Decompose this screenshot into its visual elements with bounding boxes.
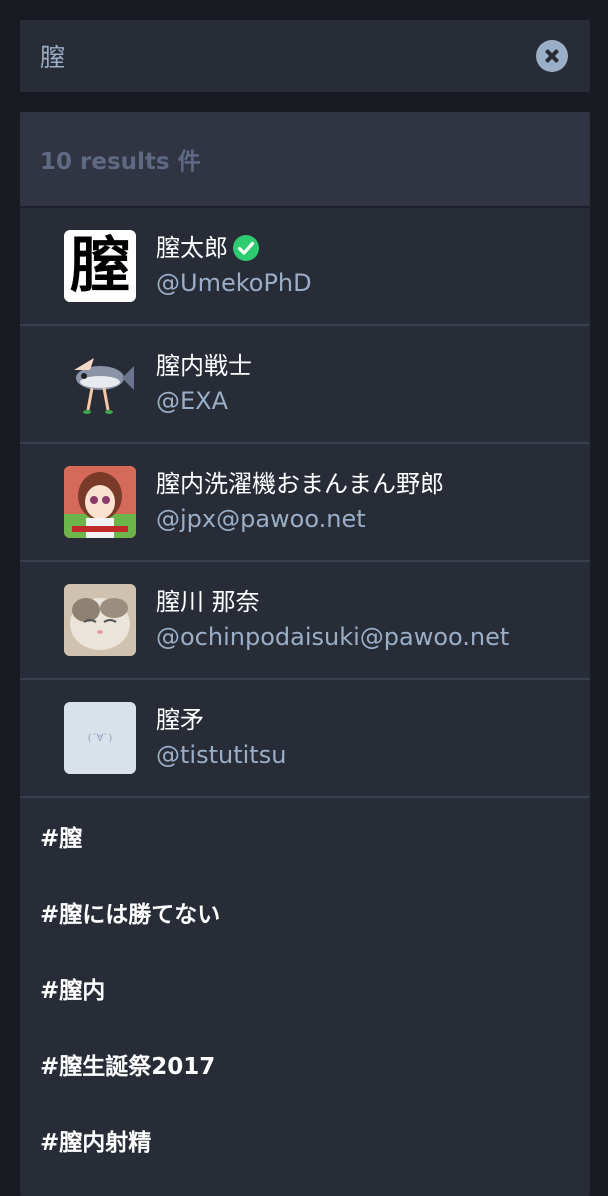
account-result[interactable]: 膣内洗濯機おまんまん野郎 @jpx@pawoo.net: [20, 444, 590, 562]
avatar-emoticon: (´∀`): [87, 732, 113, 744]
account-handle: @UmekoPhD: [156, 269, 312, 297]
avatar[interactable]: (´∀`): [64, 702, 136, 774]
verified-check-icon: [233, 235, 259, 261]
account-result[interactable]: 膣川 那奈 @ochinpodaisuki@pawoo.net: [20, 562, 590, 680]
account-handle: @ochinpodaisuki@pawoo.net: [156, 623, 510, 651]
avatar[interactable]: [64, 466, 136, 538]
search-bar[interactable]: 膣: [20, 20, 590, 92]
fish-avatar-image: [74, 358, 134, 414]
display-name: 膣内洗濯機おまんまん野郎: [156, 470, 444, 498]
display-name: 膣内戦士: [156, 352, 252, 380]
results-count: 10 results 件: [20, 112, 590, 208]
hashtag-result[interactable]: #膣内射精: [20, 1102, 590, 1178]
hashtag-result[interactable]: #膣生誕祭2017: [20, 1026, 590, 1102]
search-results: 10 results 件 膣 膣太郎 @UmekoPhD 膣内戦士 @EXA 膣…: [20, 112, 590, 1196]
account-result[interactable]: 膣内戦士 @EXA: [20, 326, 590, 444]
avatar-glyph: 膣: [70, 231, 130, 301]
search-column: 膣 10 results 件 膣 膣太郎 @UmekoPhD 膣内戦士 @EXA…: [20, 20, 590, 1196]
anime-girl-avatar-image: [64, 466, 136, 538]
avatar[interactable]: 膣: [64, 230, 136, 302]
hashtag-result[interactable]: #膣には勝てない: [20, 874, 590, 950]
clear-search-icon[interactable]: [536, 40, 568, 72]
account-handle: @EXA: [156, 387, 229, 415]
account-result[interactable]: 膣 膣太郎 @UmekoPhD: [20, 208, 590, 326]
avatar[interactable]: [64, 348, 136, 420]
hashtag-result[interactable]: #膣内: [20, 950, 590, 1026]
account-handle: @tistutitsu: [156, 741, 287, 769]
display-name: 膣太郎: [156, 234, 228, 262]
display-name: 膣川 那奈: [156, 588, 260, 616]
search-input[interactable]: 膣: [40, 38, 65, 74]
avatar[interactable]: [64, 584, 136, 656]
account-result[interactable]: (´∀`) 膣矛 @tistutitsu: [20, 680, 590, 798]
cat-avatar-image: [64, 584, 136, 656]
account-handle: @jpx@pawoo.net: [156, 505, 366, 533]
display-name: 膣矛: [156, 706, 204, 734]
hashtag-result[interactable]: #膣: [20, 798, 590, 874]
